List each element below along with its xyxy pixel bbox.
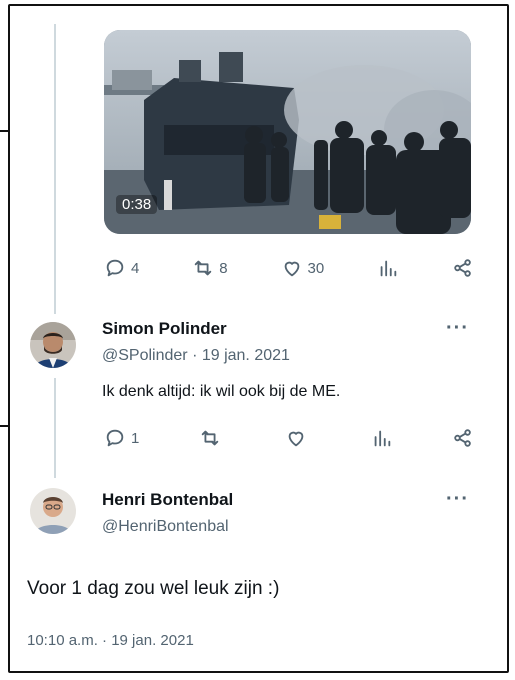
like-button[interactable]: 30 [281, 257, 325, 279]
views-button[interactable] [377, 257, 399, 279]
avatar-simon-polinder[interactable] [30, 322, 76, 368]
author-name[interactable]: Henri Bontenbal [102, 490, 233, 510]
tweet-timestamp[interactable]: 10:10 a.m. · 19 jan. 2021 [27, 632, 194, 649]
share-icon [454, 429, 471, 447]
thread-connector-line [54, 24, 56, 314]
thread-connector-line [54, 378, 56, 478]
retweet-button[interactable]: 8 [192, 257, 228, 279]
share-icon [454, 259, 471, 277]
author-name[interactable]: Simon Polinder [102, 319, 227, 339]
tweet-text: Ik denk altijd: ik wil ook bij de ME. [102, 383, 341, 400]
like-count: 30 [307, 259, 325, 277]
video-duration: 0:38 [116, 195, 158, 214]
retweet-icon [195, 260, 212, 276]
views-icon [374, 430, 391, 447]
like-icon [288, 431, 303, 447]
reply-icon [106, 429, 124, 447]
avatar-henri-bontenbal[interactable] [30, 488, 76, 534]
reply-count: 1 [131, 429, 140, 447]
avatar-image [30, 488, 76, 534]
like-button[interactable] [285, 427, 312, 449]
retweet-count: 8 [219, 259, 228, 277]
more-options-icon[interactable]: ··· [446, 317, 469, 340]
avatar-image [30, 322, 76, 368]
share-button[interactable] [452, 427, 474, 449]
video-thumbnail [104, 30, 471, 234]
like-icon [284, 261, 299, 277]
reply-icon [106, 259, 124, 277]
retweet-button[interactable] [199, 427, 226, 449]
left-edge-mark [0, 130, 8, 132]
views-button[interactable] [371, 427, 393, 449]
video-player[interactable]: 0:38 [104, 30, 471, 234]
reply-button[interactable]: 1 [104, 427, 139, 449]
reply-count: 4 [131, 259, 140, 277]
retweet-icon [201, 430, 218, 446]
tweet-action-bar: 4 8 30 [104, 255, 474, 281]
views-icon [380, 260, 397, 277]
tweet-text: Voor 1 dag zou wel leuk zijn :) [27, 578, 280, 599]
left-edge-mark [0, 425, 8, 427]
more-options-icon[interactable]: ··· [446, 488, 469, 511]
reply-button[interactable]: 4 [104, 257, 139, 279]
author-handle[interactable]: @HenriBontenbal [102, 518, 229, 536]
share-button[interactable] [452, 257, 474, 279]
author-handle-date[interactable]: @SPolinder · 19 jan. 2021 [102, 347, 290, 365]
tweet-action-bar: 1 [104, 425, 474, 451]
